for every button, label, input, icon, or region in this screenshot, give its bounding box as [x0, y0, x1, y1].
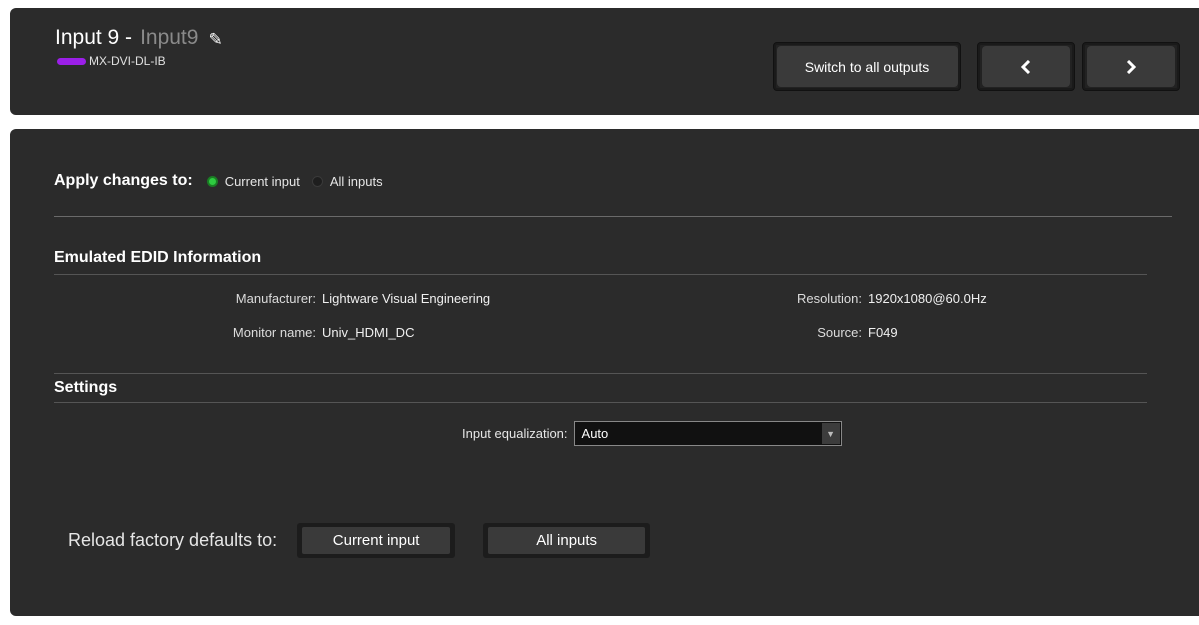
next-input-button[interactable] [1082, 42, 1180, 91]
reload-defaults-label: Reload factory defaults to: [68, 530, 278, 550]
radio-all-inputs[interactable] [311, 175, 323, 187]
apply-changes-row: Apply changes to: Current input All inpu… [54, 172, 395, 190]
input-equalization-row: Input equalization: Auto ▼ [462, 421, 842, 446]
divider [54, 373, 1147, 374]
monitor-name-row: Monitor name: Univ_HDMI_DC [166, 325, 415, 340]
source-row: Source: F049 [730, 325, 898, 340]
input-equalization-select[interactable]: Auto ▼ [573, 421, 842, 446]
input-settings-panel: Apply changes to: Current input All inpu… [10, 129, 1199, 616]
resolution-row: Resolution: 1920x1080@60.0Hz [730, 291, 987, 306]
previous-input-button[interactable] [977, 42, 1075, 91]
chevron-right-icon [1087, 46, 1175, 87]
reload-current-input-button[interactable]: Current input [297, 523, 456, 558]
radio-current-input-label[interactable]: Current input [225, 174, 300, 189]
chevron-down-icon[interactable]: ▼ [821, 423, 840, 444]
settings-section-title: Settings [54, 379, 118, 396]
divider [54, 402, 1147, 403]
manufacturer-value: Lightware Visual Engineering [322, 291, 491, 306]
radio-all-inputs-label[interactable]: All inputs [330, 174, 383, 189]
radio-current-input[interactable] [206, 175, 218, 187]
input-title: Input 9 - Input9 ✎ [55, 26, 223, 50]
switch-to-all-outputs-label: Switch to all outputs [776, 46, 958, 87]
monitor-name-key: Monitor name: [232, 325, 316, 340]
chevron-left-icon [982, 46, 1070, 87]
device-info: MX-DVI-DL-IB [57, 54, 166, 68]
resolution-value: 1920x1080@60.0Hz [868, 291, 987, 306]
divider [54, 274, 1147, 275]
divider [54, 216, 1172, 217]
reload-current-input-label: Current input [302, 527, 451, 554]
input-number-label: Input 9 - [55, 26, 133, 49]
device-name: MX-DVI-DL-IB [89, 54, 166, 68]
device-color-indicator [57, 57, 86, 65]
input-equalization-value: Auto [581, 426, 609, 441]
source-key: Source: [817, 325, 862, 340]
manufacturer-row: Manufacturer: Lightware Visual Engineerin… [166, 291, 490, 306]
reload-defaults-row: Reload factory defaults to: Current inpu… [68, 523, 678, 558]
input-equalization-label: Input equalization: [462, 426, 568, 441]
apply-changes-label: Apply changes to: [54, 172, 193, 189]
reload-all-inputs-label: All inputs [488, 527, 646, 554]
manufacturer-key: Manufacturer: [235, 291, 316, 306]
reload-all-inputs-button[interactable]: All inputs [483, 523, 651, 558]
source-value: F049 [868, 325, 898, 340]
edid-section-title: Emulated EDID Information [54, 249, 262, 266]
monitor-name-value: Univ_HDMI_DC [322, 325, 415, 340]
switch-to-all-outputs-button[interactable]: Switch to all outputs [773, 42, 961, 91]
input-header-panel: Input 9 - Input9 ✎ MX-DVI-DL-IB Switch t… [10, 8, 1199, 115]
pencil-icon[interactable]: ✎ [208, 30, 222, 50]
input-name-label[interactable]: Input9 [140, 26, 198, 50]
resolution-key: Resolution: [796, 291, 862, 306]
